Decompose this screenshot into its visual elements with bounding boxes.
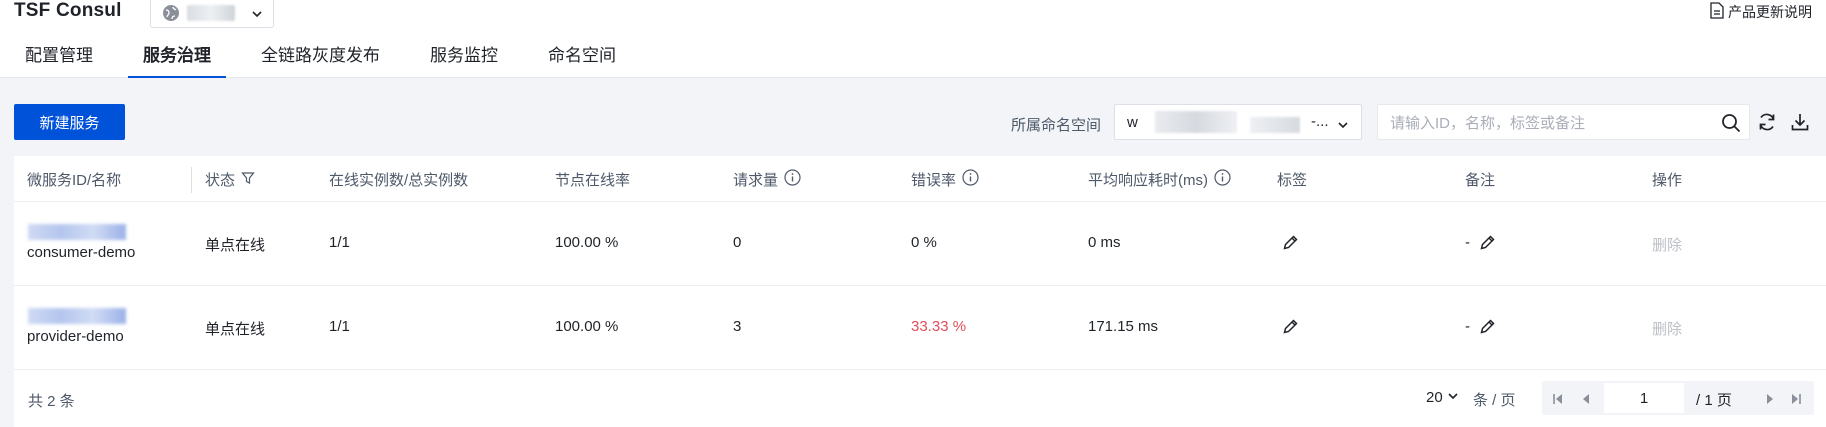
pager: / 1 页 bbox=[1542, 381, 1814, 415]
total-pages: / 1 页 bbox=[1696, 392, 1732, 409]
tab-config-management[interactable]: 配置管理 bbox=[0, 46, 118, 78]
page-size-value: 20 bbox=[1426, 389, 1443, 406]
region-name-redacted bbox=[187, 5, 235, 21]
node-online-rate: 100.00 % bbox=[555, 234, 619, 251]
last-page-icon[interactable] bbox=[1790, 392, 1802, 410]
tab-namespace[interactable]: 命名空间 bbox=[523, 46, 641, 78]
search-box bbox=[1377, 104, 1750, 140]
instance-count: 1/1 bbox=[329, 234, 350, 251]
header-error-rate: 错误率 bbox=[911, 169, 979, 190]
search-icon[interactable] bbox=[1721, 113, 1741, 138]
chevron-down-icon bbox=[1447, 389, 1459, 406]
page-size-select[interactable]: 20 bbox=[1426, 389, 1459, 406]
header-node-rate: 节点在线率 bbox=[555, 172, 631, 189]
column-divider[interactable] bbox=[191, 167, 192, 193]
header-actions: 操作 bbox=[1652, 172, 1683, 189]
header-id-name: 微服务ID/名称 bbox=[27, 172, 122, 189]
filter-icon[interactable] bbox=[241, 171, 255, 189]
remark-value: - bbox=[1465, 234, 1470, 251]
table-row: provider-demo 单点在线 1/1 100.00 % 3 33.33 … bbox=[14, 286, 1826, 370]
edit-remark-pencil-icon[interactable] bbox=[1479, 318, 1496, 339]
tab-service-governance[interactable]: 服务治理 bbox=[118, 46, 236, 78]
main-tabs: 配置管理 服务治理 全链路灰度发布 服务监控 命名空间 bbox=[0, 46, 641, 78]
download-icon[interactable] bbox=[1790, 112, 1810, 137]
avg-latency: 171.15 ms bbox=[1088, 318, 1159, 335]
chevron-down-icon bbox=[251, 7, 263, 25]
namespace-redacted bbox=[1155, 111, 1237, 133]
prev-page-icon[interactable] bbox=[1580, 392, 1592, 410]
toolbar: 新建服务 所属命名空间 w -... bbox=[0, 78, 1826, 156]
remark-value: - bbox=[1465, 318, 1470, 335]
namespace-label: 所属命名空间 bbox=[1011, 117, 1102, 134]
total-count: 共 2 条 bbox=[28, 393, 75, 410]
header-avg-latency-label: 平均响应耗时(ms) bbox=[1088, 172, 1208, 189]
service-table: 微服务ID/名称 状态 在线实例数/总实例数 节点在线率 请求量 错误率 平均响… bbox=[14, 156, 1826, 427]
node-online-rate: 100.00 % bbox=[555, 318, 619, 335]
avg-latency: 0 ms bbox=[1088, 234, 1121, 251]
service-name[interactable]: provider-demo bbox=[27, 328, 124, 345]
region-selector[interactable] bbox=[150, 0, 274, 28]
release-notes-link[interactable]: 产品更新说明 bbox=[1710, 2, 1812, 22]
next-page-icon[interactable] bbox=[1764, 392, 1776, 410]
document-icon bbox=[1710, 2, 1724, 22]
request-count: 3 bbox=[733, 318, 742, 335]
top-bar: TSF Consul 产品更新说明 配置管理 服务治理 全链路灰度发布 服务监控… bbox=[0, 0, 1826, 78]
info-icon[interactable] bbox=[1214, 169, 1231, 190]
header-remark: 备注 bbox=[1465, 172, 1496, 189]
edit-remark-pencil-icon[interactable] bbox=[1479, 234, 1496, 255]
header-avg-latency: 平均响应耗时(ms) bbox=[1088, 169, 1231, 190]
tab-service-monitoring[interactable]: 服务监控 bbox=[405, 46, 523, 78]
edit-tags-pencil-icon[interactable] bbox=[1282, 318, 1299, 339]
service-name[interactable]: consumer-demo bbox=[27, 244, 135, 261]
namespace-value: w bbox=[1127, 114, 1138, 131]
header-status-label: 状态 bbox=[205, 172, 236, 189]
header-instances: 在线实例数/总实例数 bbox=[329, 172, 469, 189]
info-icon[interactable] bbox=[962, 169, 979, 190]
service-status: 单点在线 bbox=[205, 237, 266, 254]
header-requests-label: 请求量 bbox=[733, 172, 779, 189]
first-page-icon[interactable] bbox=[1552, 392, 1564, 410]
request-count: 0 bbox=[733, 234, 742, 251]
service-id-redacted[interactable] bbox=[28, 308, 126, 324]
header-requests: 请求量 bbox=[733, 169, 801, 190]
header-tags: 标签 bbox=[1277, 172, 1308, 189]
error-rate: 33.33 % bbox=[911, 318, 967, 335]
namespace-ellipsis: -... bbox=[1311, 113, 1329, 130]
delete-button[interactable]: 删除 bbox=[1652, 234, 1682, 255]
header-error-rate-label: 错误率 bbox=[911, 172, 957, 189]
page-number-input[interactable] bbox=[1604, 383, 1684, 413]
search-input[interactable] bbox=[1390, 113, 1700, 133]
edit-tags-pencil-icon[interactable] bbox=[1282, 234, 1299, 255]
per-page-label: 条 / 页 bbox=[1473, 392, 1516, 409]
table-row: consumer-demo 单点在线 1/1 100.00 % 0 0 % 0 … bbox=[14, 202, 1826, 286]
create-service-button[interactable]: 新建服务 bbox=[14, 104, 125, 140]
error-rate: 0 % bbox=[911, 234, 937, 251]
header-status: 状态 bbox=[205, 169, 255, 190]
namespace-redacted bbox=[1250, 117, 1300, 133]
globe-icon bbox=[162, 4, 180, 27]
table-header: 微服务ID/名称 状态 在线实例数/总实例数 节点在线率 请求量 错误率 平均响… bbox=[14, 156, 1826, 202]
service-id-redacted[interactable] bbox=[28, 224, 126, 240]
pagination-bar: 共 2 条 20 条 / 页 / 1 页 bbox=[14, 370, 1826, 427]
chevron-down-icon bbox=[1337, 118, 1349, 136]
namespace-select[interactable]: w -... bbox=[1114, 104, 1362, 140]
delete-button[interactable]: 删除 bbox=[1652, 318, 1682, 339]
release-notes-label: 产品更新说明 bbox=[1728, 4, 1812, 20]
tab-full-link-gray-release[interactable]: 全链路灰度发布 bbox=[236, 46, 405, 78]
instance-count: 1/1 bbox=[329, 318, 350, 335]
service-status: 单点在线 bbox=[205, 321, 266, 338]
info-icon[interactable] bbox=[784, 169, 801, 190]
app-title: TSF Consul bbox=[14, 0, 122, 21]
refresh-icon[interactable] bbox=[1757, 112, 1777, 137]
